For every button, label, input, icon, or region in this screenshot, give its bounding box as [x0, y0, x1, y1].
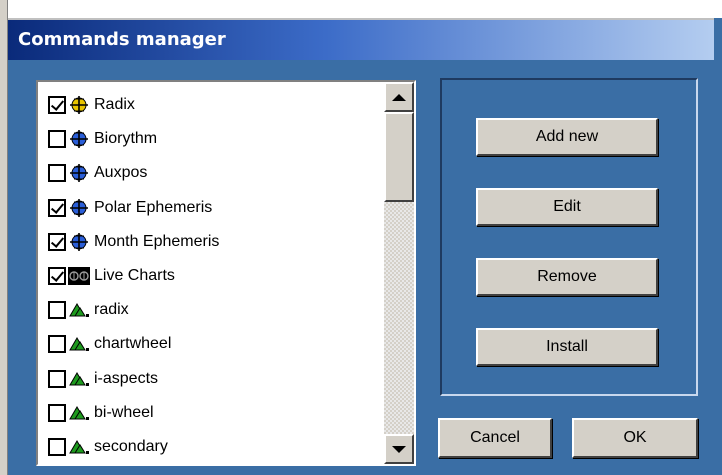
edit-button[interactable]: Edit: [476, 188, 658, 226]
green-triangle-icon: [68, 436, 90, 458]
arrow-up-icon: [392, 93, 406, 101]
list-item-label: i-aspects: [94, 369, 159, 387]
list-item-checkbox[interactable]: [48, 403, 66, 422]
auxpos-crosshair-icon: [68, 162, 90, 184]
list-item-checkbox[interactable]: [48, 164, 66, 183]
list-item[interactable]: radix: [48, 293, 378, 327]
vertical-scrollbar[interactable]: [384, 82, 414, 464]
list-item[interactable]: i-aspects: [48, 362, 378, 396]
list-item[interactable]: Month Ephemeris: [48, 225, 378, 259]
list-item-label: Live Charts: [94, 267, 175, 285]
remove-button[interactable]: Remove: [476, 258, 658, 296]
green-triangle-icon: [68, 402, 90, 424]
list-item-label: Biorythm: [94, 130, 158, 148]
arrow-down-icon: [392, 445, 406, 453]
list-item-checkbox[interactable]: [48, 232, 66, 251]
list-item-checkbox[interactable]: [48, 437, 66, 456]
list-item-checkbox[interactable]: [48, 335, 66, 354]
commands-manager-dialog: Commands manager Radix Biorythm Auxpos Pola…: [0, 0, 722, 475]
list-item-checkbox[interactable]: [48, 301, 66, 320]
list-item-checkbox[interactable]: [48, 96, 66, 115]
commands-list: Radix Biorythm Auxpos Polar Ephemeris Month …: [48, 88, 378, 464]
list-item-label: secondary: [94, 437, 168, 455]
window-title: Commands manager: [18, 29, 226, 50]
biorythm-crosshair-icon: [68, 128, 90, 150]
green-triangle-icon: [68, 333, 90, 355]
title-bar[interactable]: Commands manager: [8, 18, 714, 60]
list-item-checkbox[interactable]: [48, 267, 66, 286]
scroll-up-button[interactable]: [384, 82, 414, 112]
list-item-checkbox[interactable]: [48, 198, 66, 217]
month-ephemeris-crosshair-icon: [68, 231, 90, 253]
window-top-edge: [0, 0, 722, 18]
list-item[interactable]: bi-wheel: [48, 396, 378, 430]
radix-crosshair-icon: [68, 94, 90, 116]
list-item[interactable]: Biorythm: [48, 122, 378, 156]
list-item-checkbox[interactable]: [48, 369, 66, 388]
list-item[interactable]: Radix: [48, 88, 378, 122]
list-item-label: bi-wheel: [94, 403, 154, 421]
scroll-thumb[interactable]: [384, 112, 414, 202]
polar-ephemeris-crosshair-icon: [68, 197, 90, 219]
list-item-label: Polar Ephemeris: [94, 198, 213, 216]
cancel-button[interactable]: Cancel: [438, 418, 552, 458]
commands-listbox[interactable]: Radix Biorythm Auxpos Polar Ephemeris Month …: [36, 80, 416, 466]
add-new-button[interactable]: Add new: [476, 118, 658, 156]
install-button[interactable]: Install: [476, 328, 658, 366]
list-item[interactable]: secondary: [48, 430, 378, 464]
list-item-label: Auxpos: [94, 164, 148, 182]
list-item-label: chartwheel: [94, 335, 172, 353]
list-item-checkbox[interactable]: [48, 130, 66, 149]
ok-button[interactable]: OK: [572, 418, 698, 458]
live-charts-icon: [68, 265, 90, 287]
list-item[interactable]: Live Charts: [48, 259, 378, 293]
list-item-label: Month Ephemeris: [94, 232, 220, 250]
list-item-label: radix: [94, 301, 129, 319]
list-item[interactable]: chartwheel: [48, 327, 378, 361]
list-item[interactable]: Auxpos: [48, 156, 378, 190]
green-triangle-icon: [68, 299, 90, 321]
list-item-label: Radix: [94, 96, 135, 114]
scroll-down-button[interactable]: [384, 434, 414, 464]
window-left-edge: [0, 0, 8, 475]
list-item[interactable]: Polar Ephemeris: [48, 191, 378, 225]
green-triangle-icon: [68, 368, 90, 390]
